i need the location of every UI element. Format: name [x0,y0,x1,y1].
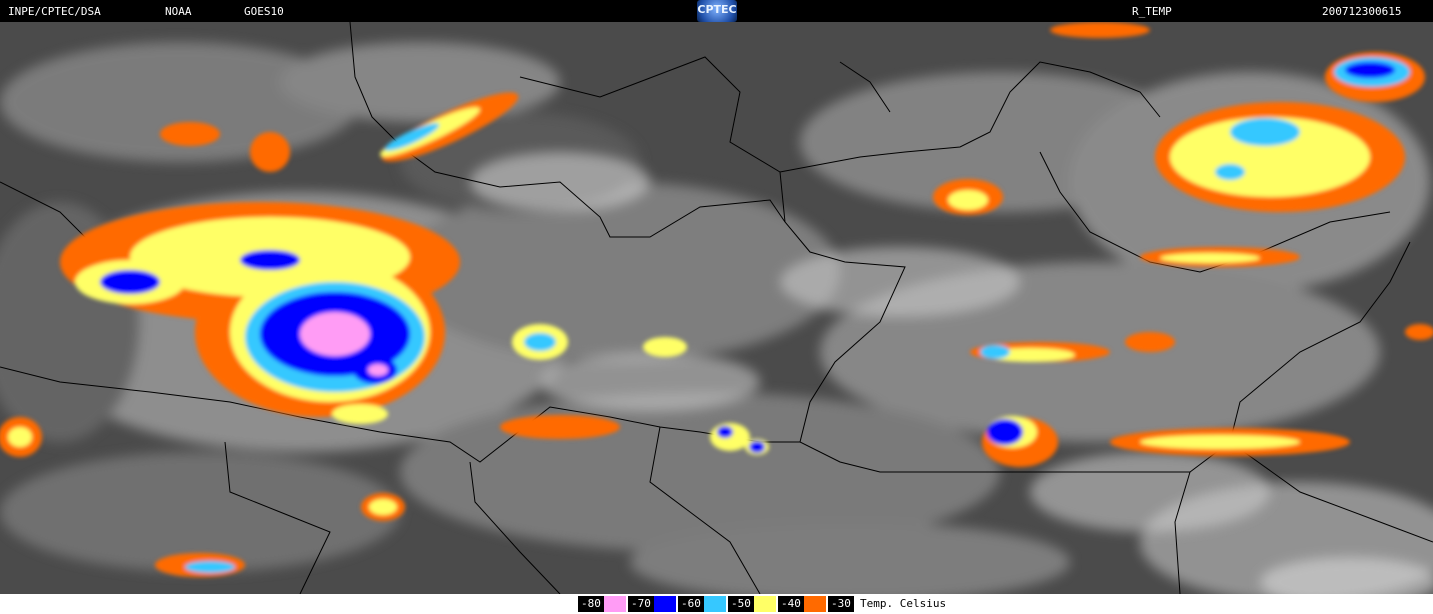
satellite-map [0,22,1433,594]
header-bar: INPE/CPTEC/DSA NOAA GOES10 CPTEC R_TEMP … [0,0,1433,22]
legend-swatch-orange [803,596,826,612]
legend-swatch-blue [653,596,676,612]
legend-item: -60 [678,596,726,612]
legend-item: -30 [828,596,854,612]
legend-swatch-cyan [703,596,726,612]
legend-item: -40 [778,596,826,612]
satellite-image [0,22,1433,594]
temperature-legend: -80 -70 -60 -50 -40 -30 Temp. Celsius [0,594,1433,614]
legend-item: -50 [728,596,776,612]
source-label: INPE/CPTEC/DSA [8,5,101,18]
legend-swatch-pink [603,596,626,612]
agency-label: NOAA [165,5,192,18]
product-label: R_TEMP [1132,5,1172,18]
legend-swatch-yellow [753,596,776,612]
cptec-logo: CPTEC [697,0,737,22]
timestamp-label: 200712300615 [1322,5,1402,18]
satellite-label: GOES10 [244,5,284,18]
legend-item: -70 [628,596,676,612]
legend-item: -80 [578,596,626,612]
legend-unit-label: Temp. Celsius [860,597,947,610]
